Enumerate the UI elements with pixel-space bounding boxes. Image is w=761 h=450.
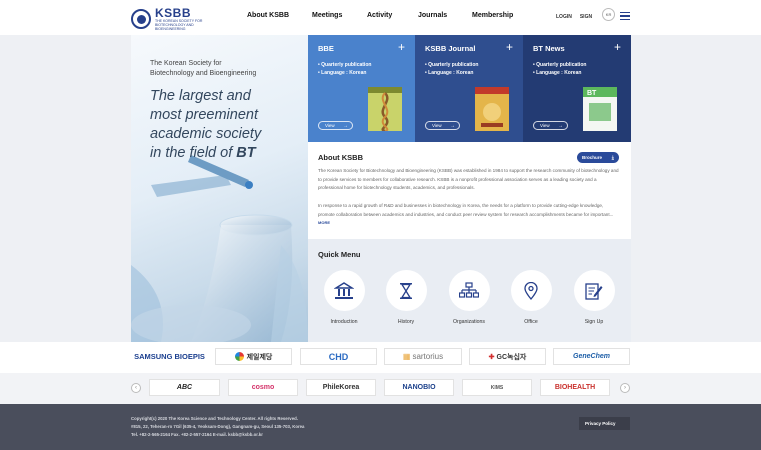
logo-name: KSBB bbox=[155, 6, 192, 20]
gc-cross-icon: ✚ bbox=[488, 353, 495, 361]
logo-seal-icon bbox=[131, 9, 151, 29]
partner-logo[interactable]: ✚ GC녹십자 bbox=[469, 348, 546, 365]
utility-links: LOGIN SIGN KR bbox=[556, 8, 616, 21]
cj-logo-icon bbox=[234, 352, 244, 361]
quick-sign-up[interactable]: Sign Up bbox=[569, 270, 619, 325]
view-button[interactable]: View bbox=[318, 121, 353, 130]
language-kr-button[interactable]: KR bbox=[602, 8, 616, 21]
about-section: About KSBB Brochure ⤓ The Korean Society… bbox=[308, 142, 631, 239]
bbe-journal-cover-image bbox=[368, 87, 402, 131]
quick-office[interactable]: Office bbox=[506, 270, 556, 325]
partner-logo[interactable]: PhileKorea bbox=[306, 379, 376, 396]
contact-text: Tel. +82-2-565-2164 Fax. +82-2-557-2164 … bbox=[131, 432, 263, 437]
ksbb-logo[interactable]: KSBB THE KOREAN SOCIETY FOR BIOTECHNOLOG… bbox=[131, 7, 217, 31]
partner-logo[interactable]: 제일제당 bbox=[215, 348, 292, 365]
hamburger-menu-icon[interactable] bbox=[620, 12, 630, 20]
plus-icon[interactable]: + bbox=[398, 40, 405, 54]
partner-logo[interactable]: ABC bbox=[149, 379, 220, 396]
plus-icon[interactable]: + bbox=[506, 40, 513, 54]
about-paragraph-1: The Korean Society for Biotechnology and… bbox=[318, 168, 619, 190]
sign-link[interactable]: SIGN bbox=[580, 14, 592, 20]
nav-activity[interactable]: Activity bbox=[367, 12, 418, 19]
partner-logo[interactable]: NANOBIO bbox=[384, 379, 454, 396]
quick-menu: Quick Menu Introduction History Organiza… bbox=[308, 239, 631, 342]
card-title: BT News bbox=[533, 44, 565, 53]
next-arrow-icon[interactable]: › bbox=[620, 383, 630, 393]
card-ksbb-journal[interactable]: KSBB Journal + • Quarterly publication •… bbox=[415, 35, 523, 142]
prev-arrow-icon[interactable]: ‹ bbox=[131, 383, 141, 393]
partner-logo[interactable]: CHD bbox=[300, 348, 377, 365]
map-pin-icon bbox=[524, 281, 538, 300]
ksbb-journal-cover-image bbox=[475, 87, 509, 131]
nav-membership[interactable]: Membership bbox=[472, 12, 513, 19]
copyright-text: Copyright(c) 2020 The Korea Science and … bbox=[131, 416, 298, 421]
partner-logo[interactable]: SAMSUNG BIOEPIS bbox=[131, 348, 208, 365]
card-bt-news[interactable]: BT News + • Quarterly publication • Lang… bbox=[523, 35, 631, 142]
bt-news-cover-image: BT bbox=[583, 87, 617, 131]
nav-journals[interactable]: Journals bbox=[418, 12, 472, 19]
partner-logo[interactable]: ▦ sartorius bbox=[384, 348, 462, 365]
edit-document-icon bbox=[585, 282, 603, 300]
quick-menu-title: Quick Menu bbox=[318, 250, 361, 259]
nav-about[interactable]: About KSBB bbox=[247, 12, 312, 19]
partner-logos-row-1: SAMSUNG BIOEPIS 제일제당 CHD ▦ sartorius ✚ G… bbox=[0, 342, 761, 373]
nav-meetings[interactable]: Meetings bbox=[312, 12, 367, 19]
privacy-policy-button[interactable]: Privacy Policy bbox=[579, 417, 630, 430]
partner-logo[interactable]: BIOHEALTH bbox=[540, 379, 610, 396]
quick-organizations[interactable]: Organizations bbox=[444, 270, 494, 325]
main-nav: About KSBB Meetings Activity Journals Me… bbox=[247, 12, 513, 19]
hero-banner: The Korean Society for Biotechnology and… bbox=[131, 35, 308, 342]
plus-icon[interactable]: + bbox=[614, 40, 621, 54]
sartorius-mark-icon: ▦ bbox=[402, 352, 411, 361]
org-chart-icon bbox=[459, 281, 479, 298]
site-header: KSBB THE KOREAN SOCIETY FOR BIOTECHNOLOG… bbox=[0, 0, 761, 35]
about-paragraph-2: In response to a rapid growth of R&D and… bbox=[318, 203, 614, 225]
about-title: About KSBB bbox=[318, 153, 363, 162]
card-title: BBE bbox=[318, 44, 334, 53]
hero-headline: The largest and most preeminent academic… bbox=[150, 88, 262, 161]
partner-logos-row-2: ‹ ABC cosmo PhileKorea NANOBIO KIMS BIOH… bbox=[0, 373, 761, 404]
building-icon bbox=[334, 281, 354, 299]
svg-text:BT: BT bbox=[587, 90, 597, 97]
partner-logo[interactable]: cosmo bbox=[228, 379, 298, 396]
card-bbe[interactable]: BBE + • Quarterly publication • Language… bbox=[308, 35, 415, 142]
more-link[interactable]: MORE bbox=[318, 220, 330, 225]
download-icon: ⤓ bbox=[611, 154, 614, 161]
card-title: KSBB Journal bbox=[425, 44, 476, 53]
quick-history[interactable]: History bbox=[381, 270, 431, 325]
hero-org-name: The Korean Society for Biotechnology and… bbox=[150, 60, 257, 77]
view-button[interactable]: View bbox=[425, 121, 460, 130]
brochure-download-button[interactable]: Brochure ⤓ bbox=[577, 152, 619, 163]
partner-logo[interactable]: KIMS bbox=[462, 379, 532, 396]
lab-glassware-image bbox=[131, 155, 308, 342]
hourglass-icon bbox=[400, 282, 412, 299]
partner-logo[interactable]: GeneChem bbox=[553, 348, 630, 365]
login-link[interactable]: LOGIN bbox=[556, 14, 572, 20]
address-text: #815, 22, Teheran-ro 7Gil (635-4, Yeoksa… bbox=[131, 424, 305, 429]
quick-introduction[interactable]: Introduction bbox=[319, 270, 369, 325]
site-footer: Copyright(c) 2020 The Korea Science and … bbox=[0, 404, 761, 450]
view-button[interactable]: View bbox=[533, 121, 568, 130]
logo-subtitle: THE KOREAN SOCIETY FOR BIOTECHNOLOGY AND… bbox=[155, 19, 203, 31]
